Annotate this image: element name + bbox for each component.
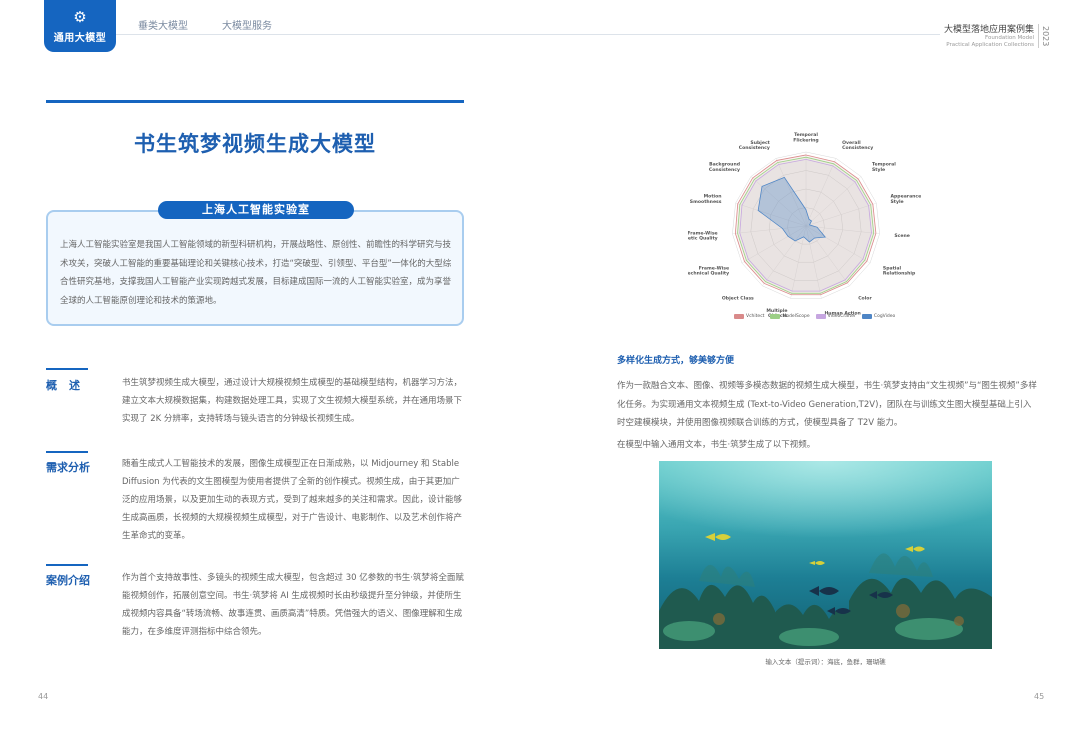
- section-body-requirements: 随着生成式人工智能技术的发展，图像生成模型正在日渐成熟，以 Midjourney…: [122, 459, 463, 541]
- radar-axis-label-6: Color: [858, 295, 872, 301]
- page-number-left: 44: [38, 692, 49, 701]
- radar-axis-label-10: Frame-Wise Technical Quality: [688, 265, 729, 276]
- radar-axis-label-14: Subject Consistency: [739, 140, 771, 151]
- legend-label: VideoCrafter: [827, 314, 856, 319]
- section-title-overview: 概述: [46, 379, 92, 392]
- legend-item-cogvideo: CogVideo: [861, 314, 896, 319]
- section-rule-overview: [46, 368, 88, 370]
- radar-axis-label-1: Overall Consistency: [842, 140, 873, 151]
- legend-swatch: [770, 314, 781, 319]
- underwater-scene-image: [659, 461, 992, 649]
- org-description: 上海人工智能实验室是我国人工智能领域的新型科研机构，开展战略性、原创性、前瞻性的…: [60, 240, 452, 306]
- radar-axis-label-9: Object Class: [722, 295, 754, 301]
- legend-item-vchitect: Vchitect: [734, 314, 764, 319]
- org-label: 上海人工智能实验室: [158, 201, 354, 219]
- brand-block: 大模型落地应用案例集 Foundation Model Practical Ap…: [944, 22, 1034, 49]
- radar-axis-label-13: Background Consistency: [709, 162, 740, 173]
- video-intro: 在模型中输入通用文本，书生·筑梦生成了以下视频。: [617, 440, 816, 450]
- radar-axis-label-11: Frame-WiseAesthetic Quality: [688, 230, 718, 241]
- page-title: 书生筑梦视频生成大模型: [134, 132, 376, 156]
- brand-year: 2023: [1038, 24, 1050, 48]
- legend-item-videocrafter: VideoCrafter: [815, 314, 856, 319]
- top-nav: 垂类大模型 大模型服务: [138, 17, 272, 32]
- gear-icon: ⚙: [73, 7, 87, 26]
- brand-subtitle-1: Foundation Model: [985, 35, 1034, 41]
- legend-swatch: [815, 314, 826, 319]
- radar-axis-label-0: Temporal Flickering: [793, 132, 818, 143]
- feature-body: 作为一款融合文本、图像、视频等多模态数据的视频生成大模型，书生·筑梦支持由“文生…: [617, 381, 1037, 428]
- legend-label: ModelScope: [782, 314, 810, 319]
- nav-item-vertical-models[interactable]: 垂类大模型: [138, 17, 188, 32]
- legend-swatch: [861, 314, 872, 319]
- brand-subtitle-2: Practical Application Collections: [946, 42, 1034, 48]
- video-caption: 输入文本（提示词）：海底，鱼群，珊瑚礁: [765, 658, 886, 666]
- radar-axis-label-4: Scene: [894, 233, 910, 239]
- section-rule-requirements: [46, 451, 88, 453]
- section-body-overview: 书生筑梦视频生成大模型，通过设计大规模视频生成模型的基础模型结构，机器学习方法，…: [122, 378, 463, 424]
- legend-label: CogVideo: [873, 314, 896, 319]
- feature-heading: 多样化生成方式，够美够方便: [617, 356, 735, 366]
- legend-item-modelscope: ModelScope: [770, 314, 810, 319]
- page-number-right: 45: [1034, 692, 1045, 701]
- section-title-requirements: 需求分析: [46, 461, 90, 474]
- title-rule: [46, 100, 464, 103]
- category-tab[interactable]: ⚙ 通用大模型: [44, 0, 116, 52]
- legend-label: Vchitect: [746, 314, 765, 319]
- generated-video-frame[interactable]: [659, 461, 992, 649]
- brand-title: 大模型落地应用案例集: [943, 25, 1034, 35]
- section-body-case: 作为首个支持故事性、多镜头的视频生成大模型，包含超过 30 亿参数的书生·筑梦将…: [122, 573, 464, 637]
- nav-item-model-services[interactable]: 大模型服务: [222, 17, 272, 32]
- radar-axis-label-2: Temporal Style: [872, 162, 896, 173]
- radar-chart: Temporal Flickering Overall Consistency Temp…: [688, 132, 921, 319]
- category-tab-label: 通用大模型: [53, 32, 107, 44]
- legend-swatch: [734, 314, 744, 319]
- radar-legend: Vchitect ModelScope VideoCrafter CogVideo: [734, 314, 895, 319]
- radar-axis-label-3: Appearance Style: [890, 194, 921, 205]
- section-title-case: 案例介绍: [46, 574, 90, 587]
- radar-axis-label-5: Spatial Relationship: [883, 265, 916, 276]
- radar-axis-label-12: Motion Smoothness: [690, 194, 722, 205]
- header-divider: [116, 34, 940, 35]
- section-rule-case: [46, 564, 88, 566]
